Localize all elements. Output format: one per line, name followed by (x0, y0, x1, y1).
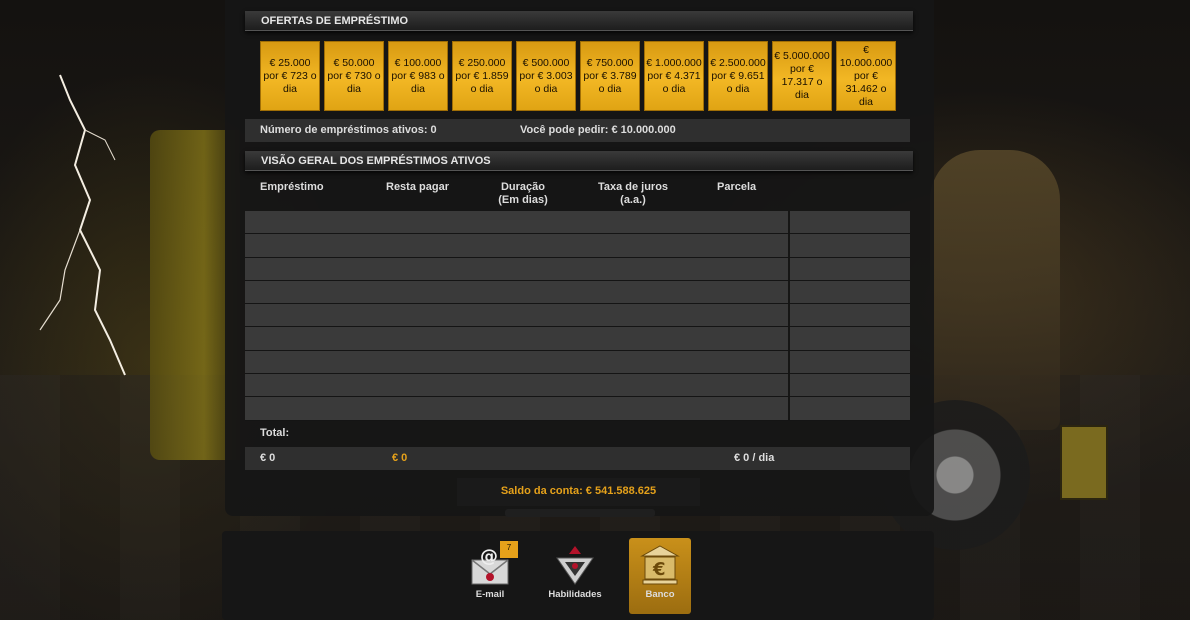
table-row (245, 234, 910, 258)
loan-offers: € 25.000 por € 723 o dia € 50.000 por € 730… (260, 41, 896, 111)
bank-icon: € (640, 545, 680, 585)
offer-amount: € 25.000 (269, 56, 311, 69)
tab-bank-label: Banco (645, 589, 675, 600)
overview-header: VISÃO GERAL DOS EMPRÉSTIMOS ATIVOS (245, 151, 913, 171)
offer-amount: € 50.000 (333, 56, 375, 69)
skills-emblem-icon (556, 546, 594, 585)
svg-text:@: @ (480, 546, 498, 567)
offer-unit: dia (346, 82, 361, 95)
table-row (245, 327, 910, 351)
column-duration-line2: (Em dias) (498, 194, 548, 206)
truck-tank-right (930, 150, 1060, 430)
offer-unit: o dia (726, 82, 750, 95)
column-interest-rate: Taxa de juros (a.a.) (592, 181, 674, 207)
loan-offer-button[interactable]: € 750.000 por € 3.789 o dia (580, 41, 640, 111)
offer-amount: € 250.000 (458, 56, 506, 69)
tab-skills-label: Habilidades (548, 589, 602, 600)
column-duration: Duração (Em dias) (493, 181, 553, 207)
offer-amount: € 750.000 (586, 56, 634, 69)
column-loan: Empréstimo (260, 181, 324, 193)
table-row (245, 304, 910, 328)
offer-rate: por € 4.371 (647, 69, 701, 82)
offer-unit: dia (858, 95, 873, 108)
table-row (245, 397, 910, 421)
offer-unit: o dia (534, 82, 558, 95)
offer-amount: € 5.000.000 (774, 50, 830, 62)
table-row (245, 211, 910, 235)
offer-rate: por € 31.462 o (845, 69, 887, 95)
loan-offer-button[interactable]: € 2.500.000 por € 9.651 o dia (708, 41, 768, 111)
table-row (245, 257, 910, 281)
loan-offer-button[interactable]: € 100.000 por € 983 o dia (388, 41, 448, 111)
loan-offer-button[interactable]: € 250.000 por € 1.859 o dia (452, 41, 512, 111)
offer-amount: € 10.000.000 (839, 43, 893, 69)
offer-unit: dia (410, 82, 425, 95)
loan-info-bar: Número de empréstimos ativos: 0 Você pod… (245, 119, 910, 142)
total-label: Total: (260, 427, 290, 439)
offer-rate: por € 17.317 o (781, 63, 823, 88)
offer-rate: por € 9.651 (711, 69, 765, 82)
lightning-bolt (39, 74, 126, 376)
offer-amount: € 500.000 (522, 56, 570, 69)
column-rate-line1: Taxa de juros (597, 181, 669, 193)
offer-rate: por € 983 o (391, 69, 445, 82)
offer-unit: dia (794, 89, 809, 101)
offer-rate: por € 1.859 (455, 69, 509, 82)
offers-header: OFERTAS DE EMPRÉSTIMO (245, 11, 913, 31)
total-remaining: € 0 (392, 452, 408, 464)
loan-offer-button[interactable]: € 50.000 por € 730 o dia (324, 41, 384, 111)
offer-unit: o dia (662, 82, 686, 95)
table-row (245, 350, 910, 375)
active-loans-table (245, 211, 910, 421)
offer-amount: € 2.500.000 (710, 56, 766, 69)
table-row (245, 280, 910, 305)
tab-skills[interactable]: Habilidades (544, 538, 606, 614)
account-balance: Saldo da conta: € 541.588.625 (457, 478, 700, 506)
offer-rate: por € 3.003 (519, 69, 573, 82)
tab-bank[interactable]: € Banco (629, 538, 691, 614)
truck-taillight (1060, 425, 1108, 500)
total-loan: € 0 (260, 452, 276, 464)
active-loans-count: Número de empréstimos ativos: 0 (260, 124, 437, 136)
max-borrow-amount: Você pode pedir: € 10.000.000 (520, 124, 676, 136)
offer-unit: dia (282, 82, 297, 95)
tab-email-label: E-mail (475, 589, 505, 600)
total-installment: € 0 / dia (734, 452, 775, 464)
loan-offer-button[interactable]: € 1.000.000 por € 4.371 o dia (644, 41, 704, 111)
offer-amount: € 1.000.000 (646, 56, 702, 69)
offer-unit: o dia (470, 82, 494, 95)
column-installment: Parcela (717, 181, 757, 193)
offer-unit: o dia (598, 82, 622, 95)
panel-notch (505, 509, 655, 517)
offer-rate: por € 723 o (263, 69, 317, 82)
svg-text:€: € (652, 559, 666, 580)
loan-offer-button[interactable]: € 5.000.000 por € 17.317 o dia (772, 41, 832, 111)
email-unread-badge: 7 (500, 541, 518, 558)
offer-amount: € 100.000 (394, 56, 442, 69)
column-remaining: Resta pagar (386, 181, 449, 193)
offer-rate: por € 730 o (327, 69, 381, 82)
column-duration-line1: Duração (500, 181, 546, 193)
table-row (245, 374, 910, 398)
total-bar: € 0 € 0 € 0 / dia (245, 447, 910, 470)
loan-offer-button[interactable]: € 25.000 por € 723 o dia (260, 41, 320, 111)
offer-rate: por € 3.789 (583, 69, 637, 82)
loan-offer-button[interactable]: € 500.000 por € 3.003 o dia (516, 41, 576, 111)
loan-offer-button[interactable]: € 10.000.000 por € 31.462 o dia (836, 41, 896, 111)
column-rate-line2: (a.a.) (620, 194, 646, 206)
